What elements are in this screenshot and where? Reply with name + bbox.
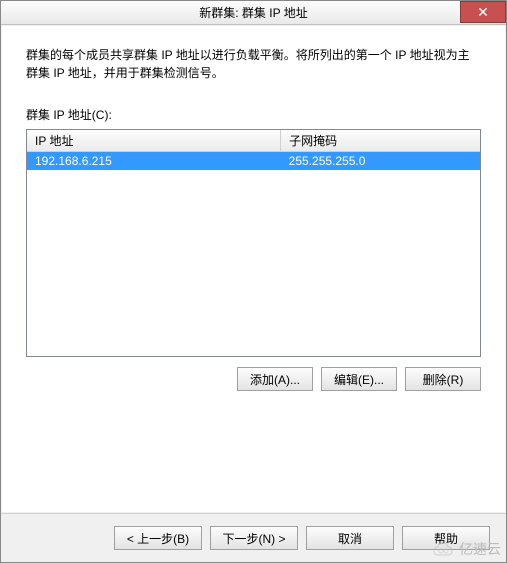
add-button[interactable]: 添加(A)... [237, 367, 313, 391]
edit-button[interactable]: 编辑(E)... [321, 367, 397, 391]
back-button[interactable]: < 上一步(B) [114, 526, 202, 550]
cancel-button[interactable]: 取消 [306, 526, 394, 550]
column-header-mask[interactable]: 子网掩码 [281, 130, 480, 152]
help-button[interactable]: 帮助 [402, 526, 490, 550]
next-button[interactable]: 下一步(N) > [210, 526, 298, 550]
close-icon: ✕ [477, 4, 489, 21]
ip-table-container: IP 地址 子网掩码 192.168.6.215 255.255.255.0 [26, 129, 481, 357]
content-area: 群集的每个成员共享群集 IP 地址以进行负载平衡。将所列出的第一个 IP 地址视… [2, 26, 505, 512]
ip-list-label: 群集 IP 地址(C): [26, 106, 481, 123]
dialog-window: 新群集: 群集 IP 地址 ✕ 群集的每个成员共享群集 IP 地址以进行负载平衡… [0, 0, 507, 563]
cell-mask: 255.255.255.0 [281, 152, 480, 171]
close-button[interactable]: ✕ [460, 1, 506, 23]
remove-button[interactable]: 删除(R) [405, 367, 481, 391]
row-action-buttons: 添加(A)... 编辑(E)... 删除(R) [26, 367, 481, 391]
cell-ip: 192.168.6.215 [27, 152, 281, 171]
ip-address-table: IP 地址 子网掩码 192.168.6.215 255.255.255.0 [27, 130, 480, 170]
wizard-footer: < 上一步(B) 下一步(N) > 取消 帮助 [1, 513, 506, 562]
titlebar: 新群集: 群集 IP 地址 ✕ [1, 1, 506, 25]
column-header-ip[interactable]: IP 地址 [27, 130, 281, 152]
table-row[interactable]: 192.168.6.215 255.255.255.0 [27, 152, 480, 171]
window-title: 新群集: 群集 IP 地址 [199, 4, 307, 21]
table-header-row: IP 地址 子网掩码 [27, 130, 480, 152]
description-text: 群集的每个成员共享群集 IP 地址以进行负载平衡。将所列出的第一个 IP 地址视… [26, 46, 481, 82]
